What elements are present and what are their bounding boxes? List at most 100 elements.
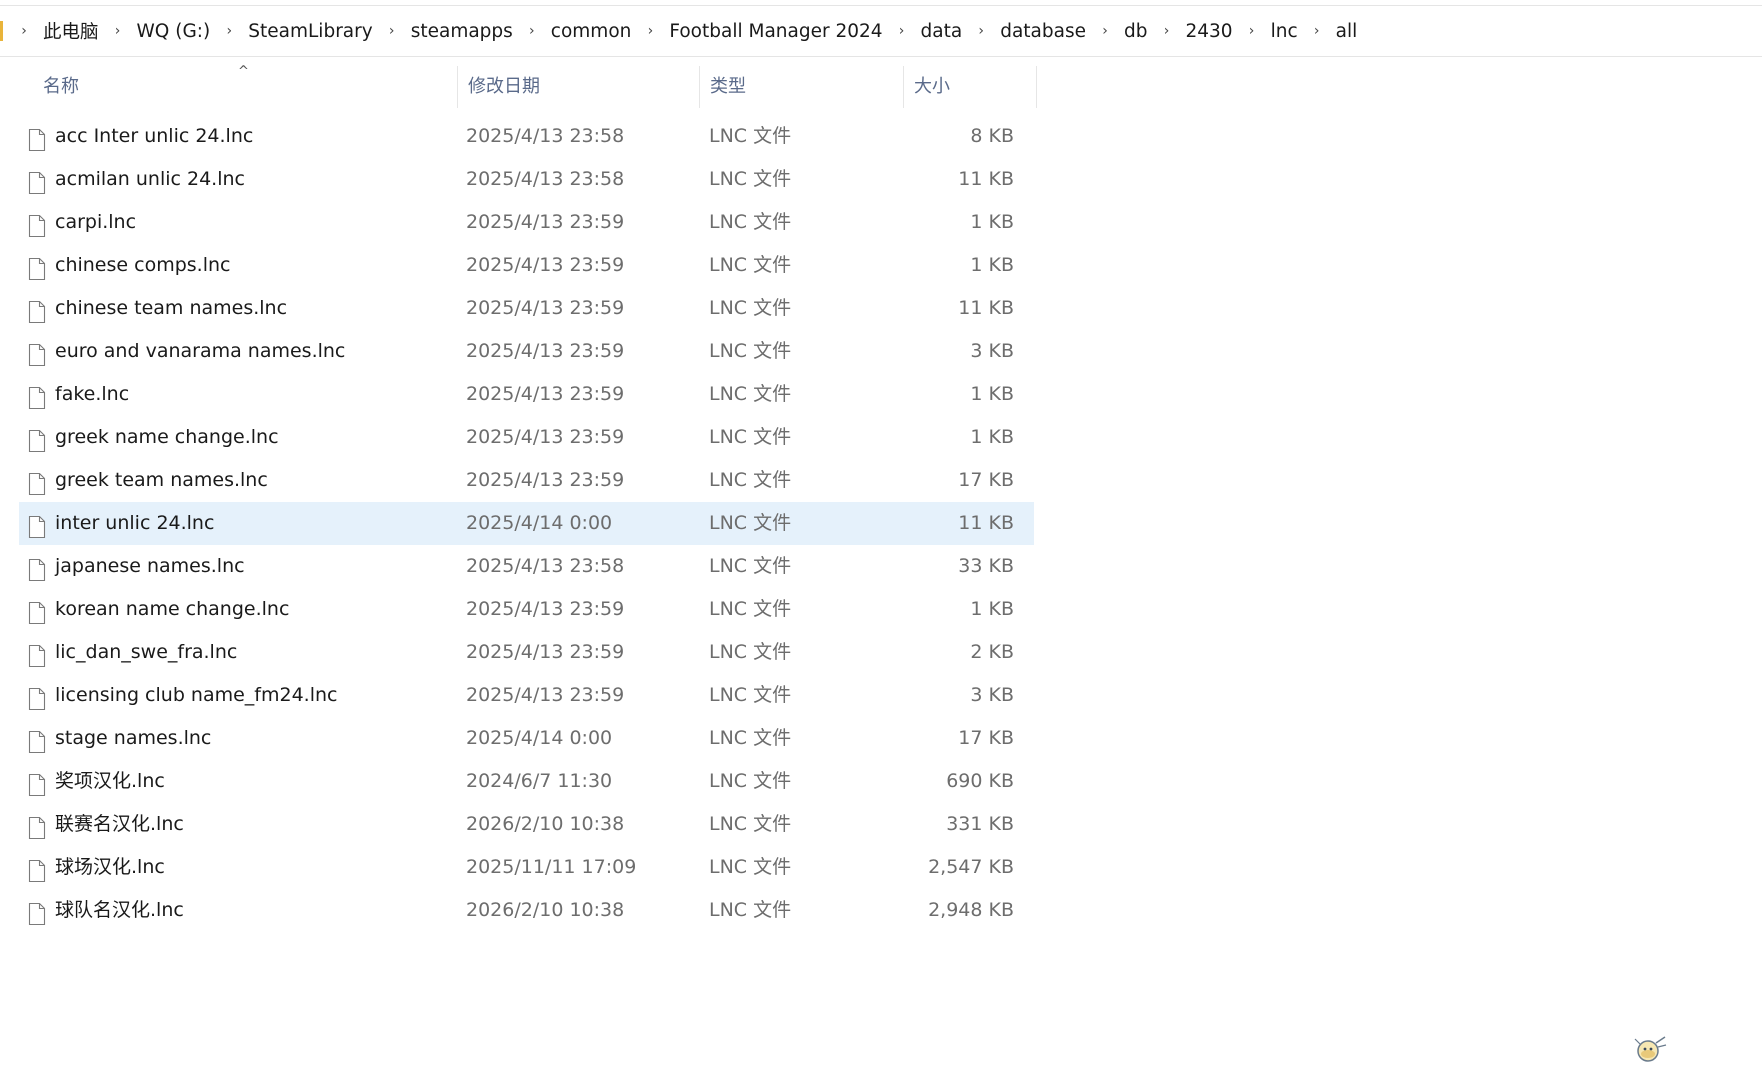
file-row[interactable]: japanese names.lnc 2025/4/13 23:58 LNC 文件 3… xyxy=(19,545,1034,588)
file-size: 331 KB xyxy=(946,813,1014,835)
breadcrumb-item[interactable]: steamapps xyxy=(407,19,517,44)
file-type: LNC 文件 xyxy=(709,340,792,362)
file-icon xyxy=(27,598,47,625)
file-icon xyxy=(27,426,47,453)
file-row[interactable]: greek team names.lnc 2025/4/13 23:59 LNC 文… xyxy=(19,459,1034,502)
breadcrumb-item[interactable]: db xyxy=(1120,19,1152,44)
file-icon xyxy=(27,297,47,324)
breadcrumb-item[interactable]: common xyxy=(547,19,636,44)
file-icon xyxy=(27,383,47,410)
floating-badge-icon[interactable] xyxy=(1632,1034,1668,1066)
file-type: LNC 文件 xyxy=(709,899,792,921)
file-row[interactable]: euro and vanarama names.lnc 2025/4/13 23:… xyxy=(19,330,1034,373)
chevron-right-icon[interactable]: › xyxy=(1306,23,1328,39)
chevron-right-icon[interactable]: › xyxy=(891,23,913,39)
file-size: 1 KB xyxy=(970,426,1014,448)
chevron-right-icon[interactable]: › xyxy=(13,23,35,39)
file-name: euro and vanarama names.lnc xyxy=(55,340,346,362)
column-header-date[interactable]: 修改日期 xyxy=(457,66,699,108)
file-row[interactable]: acmilan unlic 24.lnc 2025/4/13 23:58 LNC 文… xyxy=(19,158,1034,201)
file-row[interactable]: fake.lnc 2025/4/13 23:59 LNC 文件 1 KB xyxy=(19,373,1034,416)
column-header-size[interactable]: 大小 xyxy=(903,66,1037,108)
file-type: LNC 文件 xyxy=(709,254,792,276)
file-type: LNC 文件 xyxy=(709,512,792,534)
file-name: licensing club name_fm24.lnc xyxy=(55,684,338,706)
file-name: 球场汉化.lnc xyxy=(55,856,165,878)
file-modified-date: 2025/4/14 0:00 xyxy=(466,512,613,534)
breadcrumb-item[interactable]: 2430 xyxy=(1182,19,1237,44)
file-size: 11 KB xyxy=(958,297,1014,319)
breadcrumb-item[interactable]: data xyxy=(917,19,967,44)
file-row[interactable]: greek name change.lnc 2025/4/13 23:59 LNC … xyxy=(19,416,1034,459)
chevron-right-icon[interactable]: › xyxy=(1241,23,1263,39)
file-row[interactable]: acc Inter unlic 24.lnc 2025/4/13 23:58 LNC… xyxy=(19,115,1034,158)
chevron-right-icon[interactable]: › xyxy=(1094,23,1116,39)
breadcrumb-item[interactable]: Football Manager 2024 xyxy=(665,19,886,44)
chevron-right-icon[interactable]: › xyxy=(1156,23,1178,39)
breadcrumb: › 此电脑 › WQ (G:) › SteamLibrary › steamapps › comm… xyxy=(9,16,1361,46)
file-row[interactable]: licensing club name_fm24.lnc 2025/4/13 23… xyxy=(19,674,1034,717)
file-row[interactable]: lic_dan_swe_fra.lnc 2025/4/13 23:59 LNC 文件… xyxy=(19,631,1034,674)
file-type: LNC 文件 xyxy=(709,297,792,319)
file-size: 11 KB xyxy=(958,168,1014,190)
chevron-right-icon[interactable]: › xyxy=(639,23,661,39)
file-name: acmilan unlic 24.lnc xyxy=(55,168,245,190)
file-modified-date: 2025/11/11 17:09 xyxy=(466,856,637,878)
column-header-type[interactable]: 类型 xyxy=(699,66,903,108)
chevron-right-icon[interactable]: › xyxy=(218,23,240,39)
chevron-right-icon[interactable]: › xyxy=(107,23,129,39)
file-icon xyxy=(27,856,47,883)
file-modified-date: 2025/4/13 23:58 xyxy=(466,168,625,190)
file-type: LNC 文件 xyxy=(709,211,792,233)
file-name: 联赛名汉化.lnc xyxy=(55,813,184,835)
breadcrumb-item[interactable]: lnc xyxy=(1267,19,1302,44)
breadcrumb-item[interactable]: 此电脑 xyxy=(39,16,103,46)
file-row[interactable]: 奖项汉化.lnc 2024/6/7 11:30 LNC 文件 690 KB xyxy=(19,760,1034,803)
address-bar[interactable]: › 此电脑 › WQ (G:) › SteamLibrary › steamapps › comm… xyxy=(0,6,1762,57)
file-size: 17 KB xyxy=(958,469,1014,491)
file-modified-date: 2025/4/13 23:59 xyxy=(466,598,625,620)
file-row[interactable]: 联赛名汉化.lnc 2026/2/10 10:38 LNC 文件 331 KB xyxy=(19,803,1034,846)
folder-icon xyxy=(0,21,3,41)
file-row[interactable]: carpi.lnc 2025/4/13 23:59 LNC 文件 1 KB xyxy=(19,201,1034,244)
file-size: 8 KB xyxy=(970,125,1014,147)
breadcrumb-item[interactable]: WQ (G:) xyxy=(133,19,215,44)
chevron-right-icon[interactable]: › xyxy=(381,23,403,39)
file-size: 1 KB xyxy=(970,383,1014,405)
file-explorer-window: › 此电脑 › WQ (G:) › SteamLibrary › steamapps › comm… xyxy=(0,0,1762,1074)
file-modified-date: 2026/2/10 10:38 xyxy=(466,813,625,835)
file-icon xyxy=(27,168,47,195)
file-modified-date: 2025/4/13 23:59 xyxy=(466,297,625,319)
file-row[interactable]: inter unlic 24.lnc 2025/4/14 0:00 LNC 文件 11… xyxy=(19,502,1034,545)
file-size: 1 KB xyxy=(970,254,1014,276)
file-row[interactable]: 球场汉化.lnc 2025/11/11 17:09 LNC 文件 2,547 KB xyxy=(19,846,1034,889)
file-modified-date: 2025/4/13 23:58 xyxy=(466,125,625,147)
file-icon xyxy=(27,211,47,238)
file-type: LNC 文件 xyxy=(709,555,792,577)
breadcrumb-item[interactable]: SteamLibrary xyxy=(244,19,376,44)
file-icon xyxy=(27,813,47,840)
breadcrumb-item[interactable]: database xyxy=(996,19,1090,44)
chevron-right-icon[interactable]: › xyxy=(970,23,992,39)
file-icon xyxy=(27,641,47,668)
file-name: japanese names.lnc xyxy=(55,555,245,577)
file-type: LNC 文件 xyxy=(709,856,792,878)
file-type: LNC 文件 xyxy=(709,684,792,706)
file-name: stage names.lnc xyxy=(55,727,212,749)
file-row[interactable]: korean name change.lnc 2025/4/13 23:59 LNC… xyxy=(19,588,1034,631)
file-type: LNC 文件 xyxy=(709,598,792,620)
file-row[interactable]: chinese comps.lnc 2025/4/13 23:59 LNC 文件 1 … xyxy=(19,244,1034,287)
file-type: LNC 文件 xyxy=(709,727,792,749)
file-type: LNC 文件 xyxy=(709,770,792,792)
file-row[interactable]: 球队名汉化.lnc 2026/2/10 10:38 LNC 文件 2,948 KB xyxy=(19,889,1034,932)
file-modified-date: 2025/4/14 0:00 xyxy=(466,727,613,749)
file-icon xyxy=(27,254,47,281)
file-row[interactable]: stage names.lnc 2025/4/14 0:00 LNC 文件 17 KB xyxy=(19,717,1034,760)
chevron-right-icon[interactable]: › xyxy=(521,23,543,39)
file-row[interactable]: chinese team names.lnc 2025/4/13 23:59 LNC… xyxy=(19,287,1034,330)
file-name: greek name change.lnc xyxy=(55,426,279,448)
file-name: carpi.lnc xyxy=(55,211,137,233)
file-type: LNC 文件 xyxy=(709,813,792,835)
breadcrumb-item[interactable]: all xyxy=(1332,19,1362,44)
file-name: fake.lnc xyxy=(55,383,130,405)
